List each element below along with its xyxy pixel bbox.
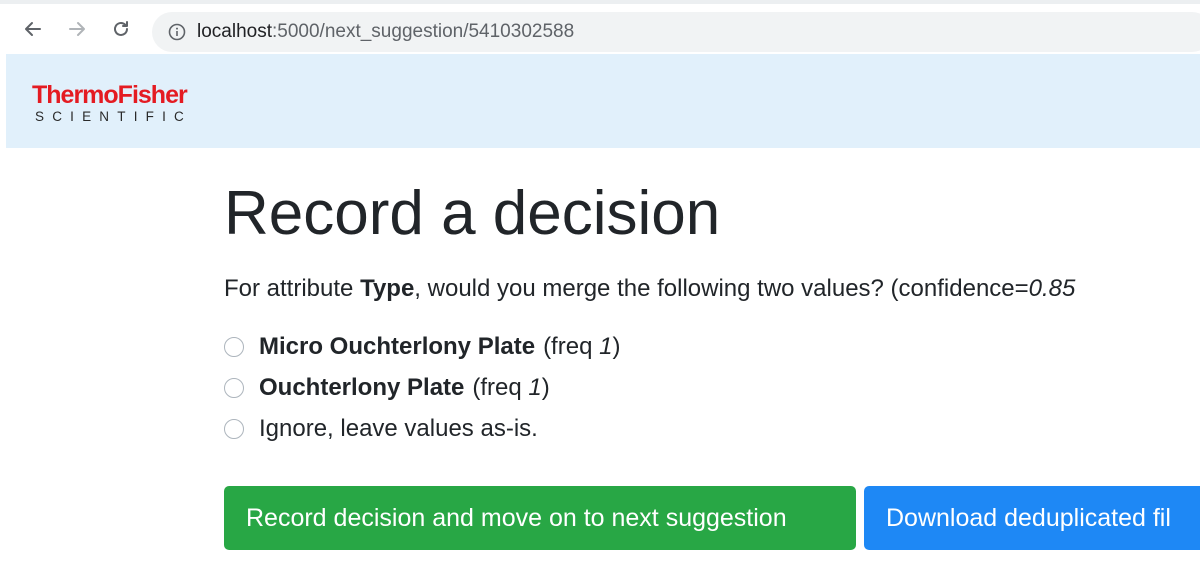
freq-close: ) [612, 332, 621, 360]
browser-toolbar: localhost:5000/next_suggestion/541030258… [0, 0, 1200, 54]
site-header: ThermoFisher SCIENTIFIC [6, 54, 1200, 148]
option-merge-first[interactable]: Micro Ouchterlony Plate (freq 1) [224, 326, 1200, 367]
option-ignore[interactable]: Ignore, leave values as-is. [224, 408, 1200, 449]
radio-ignore[interactable] [224, 418, 244, 439]
freq-value: 1 [528, 373, 542, 401]
address-bar[interactable]: localhost:5000/next_suggestion/541030258… [152, 12, 1200, 52]
logo-sub-text: SCIENTIFIC [35, 109, 193, 124]
radio-merge-first[interactable] [224, 336, 244, 357]
main-content: Record a decision For attribute Type, wo… [224, 176, 1200, 449]
option-merge-second[interactable]: Ouchterlony Plate (freq 1) [224, 367, 1200, 408]
option-value-name: Micro Ouchterlony Plate [259, 332, 536, 360]
record-decision-button[interactable]: Record decision and move on to next sugg… [224, 486, 856, 550]
confidence-value: 0.85 [1028, 275, 1076, 302]
freq-value: 1 [599, 332, 613, 360]
page-title: Record a decision [224, 179, 721, 248]
option-freq: (freq 1) [472, 374, 549, 402]
option-value-name: Ouchterlony Plate [259, 373, 465, 401]
freq-close: ) [541, 373, 550, 401]
attribute-name: Type [360, 275, 415, 302]
freq-label: (freq [472, 373, 529, 401]
freq-label: (freq [543, 332, 600, 360]
reload-icon[interactable] [108, 16, 134, 42]
info-icon[interactable] [166, 21, 188, 43]
radio-merge-second[interactable] [224, 377, 244, 398]
url-text[interactable]: localhost:5000/next_suggestion/541030258… [197, 21, 574, 43]
question-middle: , would you merge the following two valu… [414, 275, 1029, 302]
merge-question: For attribute Type, would you merge the … [224, 274, 1200, 304]
option-ignore-text: Ignore, leave values as-is. [259, 414, 538, 442]
back-arrow-icon[interactable] [20, 16, 46, 42]
forward-arrow-icon[interactable] [64, 16, 90, 42]
url-path: :5000/next_suggestion/5410302588 [272, 21, 575, 42]
option-freq: (freq 1) [543, 333, 620, 361]
download-deduplicated-button[interactable]: Download deduplicated fil [864, 486, 1200, 550]
thermo-fisher-logo[interactable]: ThermoFisher SCIENTIFIC [32, 82, 192, 125]
logo-main-text: ThermoFisher [32, 81, 188, 109]
url-host: localhost [197, 21, 272, 42]
question-prefix: For attribute [224, 275, 361, 302]
action-buttons: Record decision and move on to next sugg… [224, 486, 1200, 550]
decision-options: Micro Ouchterlony Plate (freq 1) Ouchter… [224, 326, 1200, 449]
